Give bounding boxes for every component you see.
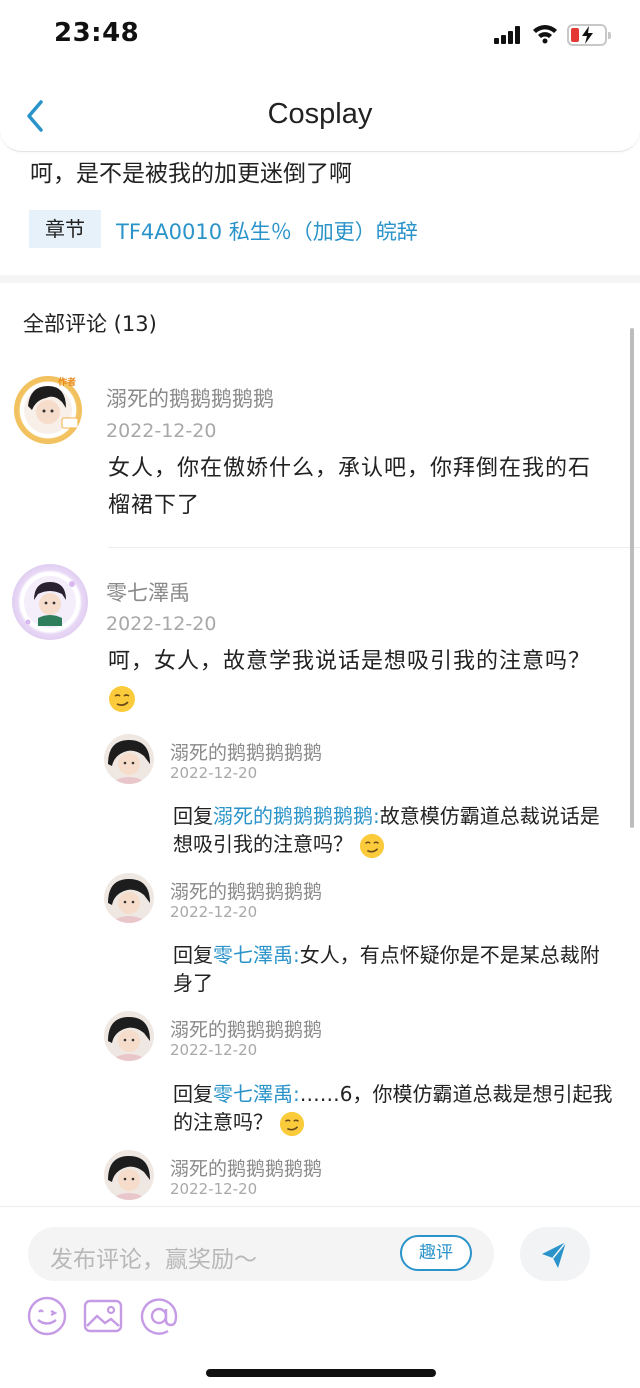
comment-input-placeholder: 发布评论，赢奖励～ [50,1247,257,1273]
avatar[interactable] [104,1150,154,1200]
chapter-link[interactable]: TF4A0010 私生％（加更）皖辞 [116,216,418,246]
battery-icon [567,24,611,46]
reply-text: 回复零七澤禹:……6，你模仿霸道总裁是想引起我的注意吗？ [173,1080,613,1137]
reply-date: 2022-12-20 [170,1041,258,1059]
comment-input-bar: 发布评论，赢奖励～ 趣评 [0,1206,640,1388]
send-button[interactable] [520,1227,590,1281]
page-title: Cosplay [267,98,373,130]
reply-text: 回复零七澤禹:女人，有点怀疑你是不是某总裁附身了 [173,941,613,997]
status-bar: 23:48 [0,0,640,70]
smirk-emoji-icon [109,686,135,712]
reply-username[interactable]: 溺死的鹅鹅鹅鹅鹅 [170,1154,322,1181]
reply-target-link[interactable]: 溺死的鹅鹅鹅鹅鹅: [213,804,380,828]
image-icon[interactable] [82,1295,124,1337]
avatar[interactable] [12,564,88,640]
status-time: 23:48 [54,18,140,48]
send-icon [542,1241,567,1268]
reply-prefix: 回复 [173,1082,213,1106]
reply-username[interactable]: 溺死的鹅鹅鹅鹅鹅 [170,1015,322,1042]
reply-prefix: 回复 [173,943,213,967]
wifi-icon [533,25,557,44]
reply-date: 2022-12-20 [170,1180,258,1198]
comment-body: 呵，女人，故意学我说话是想吸引我的注意吗？ [108,649,592,674]
avatar[interactable] [104,1011,154,1061]
reply-username[interactable]: 溺死的鹅鹅鹅鹅鹅 [170,877,322,904]
section-divider [0,275,640,283]
smirk-emoji-icon [280,1111,305,1136]
avatar[interactable] [104,734,154,784]
comment-date: 2022-12-20 [106,420,217,442]
scrollbar[interactable] [630,328,634,828]
cellular-signal-icon [494,26,522,44]
reply-date: 2022-12-20 [170,764,258,782]
comment-date: 2022-12-20 [106,613,217,635]
mention-icon[interactable] [138,1295,180,1337]
reply-username[interactable]: 溺死的鹅鹅鹅鹅鹅 [170,738,322,765]
comment-text: 呵，女人，故意学我说话是想吸引我的注意吗？ [108,643,608,717]
nav-bar: Cosplay [0,70,640,152]
comment-scroll-area[interactable]: 呵，是不是被我的加更迷倒了啊 章节 TF4A0010 私生％（加更）皖辞 全部评… [0,152,640,1206]
smirk-emoji-icon [360,833,385,858]
author-badge: 作者 [58,378,77,388]
comment-text: 女人，你在傲娇什么，承认吧，你拜倒在我的石榴裙下了 [108,456,592,518]
reply-target-link[interactable]: 零七澤禹: [213,1082,300,1106]
reply-prefix: 回复 [173,804,213,828]
reply-target-link[interactable]: 零七澤禹: [213,943,300,967]
fun-comment-button[interactable]: 趣评 [400,1235,472,1271]
comments-title: 全部评论 (13) [23,312,157,336]
comment-username[interactable]: 溺死的鹅鹅鹅鹅鹅 [106,383,274,413]
chapter-tag: 章节 [29,210,101,248]
emoji-icon[interactable] [26,1295,68,1337]
comment-divider [108,547,640,548]
home-indicator [206,1369,436,1377]
avatar[interactable] [104,873,154,923]
reply-date: 2022-12-20 [170,903,258,921]
post-text: 呵，是不是被我的加更迷倒了啊 [30,161,352,187]
reply-text: 回复溺死的鹅鹅鹅鹅鹅:故意模仿霸道总裁说话是想吸引我的注意吗？ [173,802,613,859]
comment-username[interactable]: 零七澤禹 [106,577,190,607]
